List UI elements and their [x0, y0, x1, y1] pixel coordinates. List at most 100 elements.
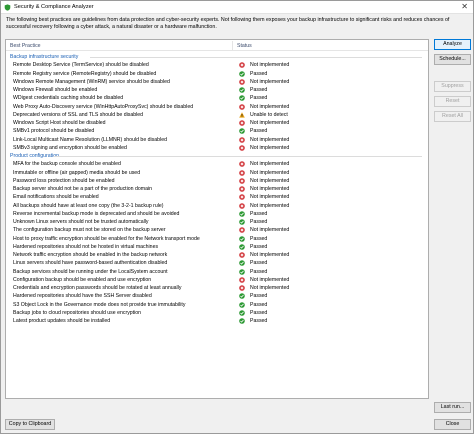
list-item[interactable]: Configuration backup should be enabled a…: [6, 276, 428, 284]
list-item[interactable]: Web Proxy Auto-Discovery service (WinHtt…: [6, 103, 428, 111]
best-practice-label: The configuration backup must not be sto…: [13, 227, 166, 234]
reset-button[interactable]: Reset: [434, 96, 471, 107]
status-text: Not implemented: [250, 161, 290, 168]
not-implemented-icon: [239, 285, 245, 291]
best-practice-label: Configuration backup should be enabled a…: [13, 276, 152, 283]
not-implemented-icon: [239, 194, 245, 201]
best-practice-label: Immutable or offline (air gapped) media …: [13, 169, 141, 176]
list-item[interactable]: Linux servers should have password-based…: [6, 259, 428, 267]
status-text: Passed: [250, 243, 268, 250]
close-button[interactable]: Close: [434, 419, 471, 430]
list-item[interactable]: Backup jobs to cloud repositories should…: [6, 309, 428, 317]
best-practice-label: All backups should have at least one cop…: [13, 202, 164, 209]
list-item[interactable]: Hardened repositories should not be host…: [6, 243, 428, 251]
best-practice-label: Latest product updates should be install…: [13, 318, 111, 324]
list-item[interactable]: SMBv3 signing and encryption should be e…: [6, 144, 428, 152]
reset-all-button[interactable]: Reset All: [434, 111, 471, 122]
list-item[interactable]: Link-Local Multicast Name Resolution (LL…: [6, 136, 428, 144]
passed-check-icon: [239, 301, 245, 308]
last-run-button[interactable]: Last run...: [434, 402, 471, 413]
list-item[interactable]: The configuration backup must not be sto…: [6, 226, 428, 234]
warning-icon: [239, 112, 245, 118]
best-practice-label: WDigest credentials caching should be di…: [13, 95, 124, 102]
list-item[interactable]: Windows Firewall should be enabled Passed: [6, 86, 428, 94]
analyzer-window: Security & Compliance Analyzer ✕ The fol…: [0, 0, 474, 434]
status-text: Passed: [250, 70, 268, 77]
list-item[interactable]: WDigest credentials caching should be di…: [6, 94, 428, 102]
best-practice-label: Network traffic encryption should be ena…: [13, 252, 168, 258]
not-implemented-icon: [239, 227, 245, 234]
list-item[interactable]: S3 Object Lock in the Governance mode do…: [6, 301, 428, 309]
list-item[interactable]: Backup server should not be a part of th…: [6, 185, 428, 193]
best-practice-label: Web Proxy Auto-Discovery service (WinHtt…: [13, 103, 194, 110]
passed-check-icon: [239, 318, 245, 324]
column-header-status[interactable]: Status: [237, 43, 252, 49]
list-item[interactable]: Credentials and encryption passwords sho…: [6, 284, 428, 292]
list-item[interactable]: Remote Desktop Service (TermService) sho…: [6, 61, 428, 69]
status-text: Not implemented: [250, 227, 290, 234]
passed-check-icon: [239, 95, 245, 102]
status-text: Passed: [250, 235, 268, 242]
best-practice-label: S3 Object Lock in the Governance mode do…: [13, 301, 186, 308]
list-item[interactable]: Host to proxy traffic encryption should …: [6, 235, 428, 243]
not-implemented-icon: [239, 169, 245, 176]
passed-check-icon: [239, 87, 245, 93]
list-item[interactable]: SMBv1 protocol should be disabled Passed: [6, 127, 428, 135]
column-header-best-practice[interactable]: Best Practice: [10, 43, 41, 49]
group-label: Backup infrastructure security: [10, 54, 79, 60]
passed-check-icon: [239, 235, 245, 242]
schedule-button[interactable]: Schedule...: [434, 54, 471, 65]
passed-check-icon: [239, 128, 245, 135]
not-implemented-icon: [239, 120, 245, 126]
list-item[interactable]: Backup services should be running under …: [6, 268, 428, 276]
best-practice-label: SMBv1 protocol should be disabled: [13, 128, 95, 135]
window-title: Security & Compliance Analyzer: [14, 4, 94, 10]
best-practice-label: Password loss protection should be enabl…: [13, 177, 115, 184]
best-practice-label: Hardened repositories should have the SS…: [13, 293, 152, 300]
list-item[interactable]: MFA for the backup console should be ena…: [6, 160, 428, 168]
status-text: Passed: [250, 210, 268, 217]
status-text: Not implemented: [250, 194, 290, 201]
passed-check-icon: [239, 70, 245, 77]
column-separator[interactable]: [232, 41, 233, 50]
list-item[interactable]: Network traffic encryption should be ena…: [6, 251, 428, 259]
list-item[interactable]: Immutable or offline (air gapped) media …: [6, 169, 428, 177]
group-label: Product configuration: [10, 153, 60, 159]
list-item[interactable]: All backups should have at least one cop…: [6, 202, 428, 210]
best-practice-label: Host to proxy traffic encryption should …: [13, 235, 200, 242]
window-close-icon[interactable]: ✕: [461, 2, 468, 12]
suppress-button[interactable]: Suppress: [434, 81, 471, 92]
group-header: Product configuration: [6, 152, 428, 160]
best-practice-label: Hardened repositories should not be host…: [13, 243, 159, 250]
best-practices-list[interactable]: Best Practice Status Backup infrastructu…: [5, 39, 429, 399]
analyze-button[interactable]: Analyze: [434, 39, 471, 50]
intro-text: The following best practices are guideli…: [6, 17, 450, 30]
list-item[interactable]: Remote Registry service (RemoteRegistry)…: [6, 70, 428, 78]
status-text: Passed: [250, 309, 268, 316]
not-implemented-icon: [239, 78, 245, 85]
best-practice-label: Linux servers should have password-based…: [13, 260, 168, 267]
status-text: Passed: [250, 95, 268, 102]
title-bar: Security & Compliance Analyzer ✕: [1, 1, 473, 14]
status-text: Passed: [250, 268, 268, 275]
best-practice-label: Windows Script Host should be disabled: [13, 120, 106, 126]
list-item[interactable]: Latest product updates should be install…: [6, 317, 428, 325]
status-text: Not implemented: [250, 186, 290, 192]
best-practice-label: Remote Registry service (RemoteRegistry)…: [13, 70, 157, 77]
list-item[interactable]: Windows Remote Management (WinRM) servic…: [6, 78, 428, 86]
group-divider: [54, 156, 422, 157]
status-text: Passed: [250, 219, 268, 225]
list-item[interactable]: Hardened repositories should have the SS…: [6, 292, 428, 300]
best-practice-label: MFA for the backup console should be ena…: [13, 161, 121, 168]
list-item[interactable]: Deprecated versions of SSL and TLS shoul…: [6, 111, 428, 119]
status-text: Not implemented: [250, 103, 290, 110]
not-implemented-icon: [239, 252, 245, 258]
list-item[interactable]: Email notifications should be enabled Not…: [6, 193, 428, 201]
list-item[interactable]: Unknown Linux servers should not be trus…: [6, 218, 428, 226]
status-text: Not implemented: [250, 144, 290, 151]
copy-to-clipboard-button[interactable]: Copy to Clipboard: [5, 419, 55, 430]
list-item[interactable]: Windows Script Host should be disabled No…: [6, 119, 428, 127]
list-item[interactable]: Reverse incremental backup mode is depre…: [6, 210, 428, 218]
list-item[interactable]: Password loss protection should be enabl…: [6, 177, 428, 185]
not-implemented-icon: [239, 62, 245, 69]
